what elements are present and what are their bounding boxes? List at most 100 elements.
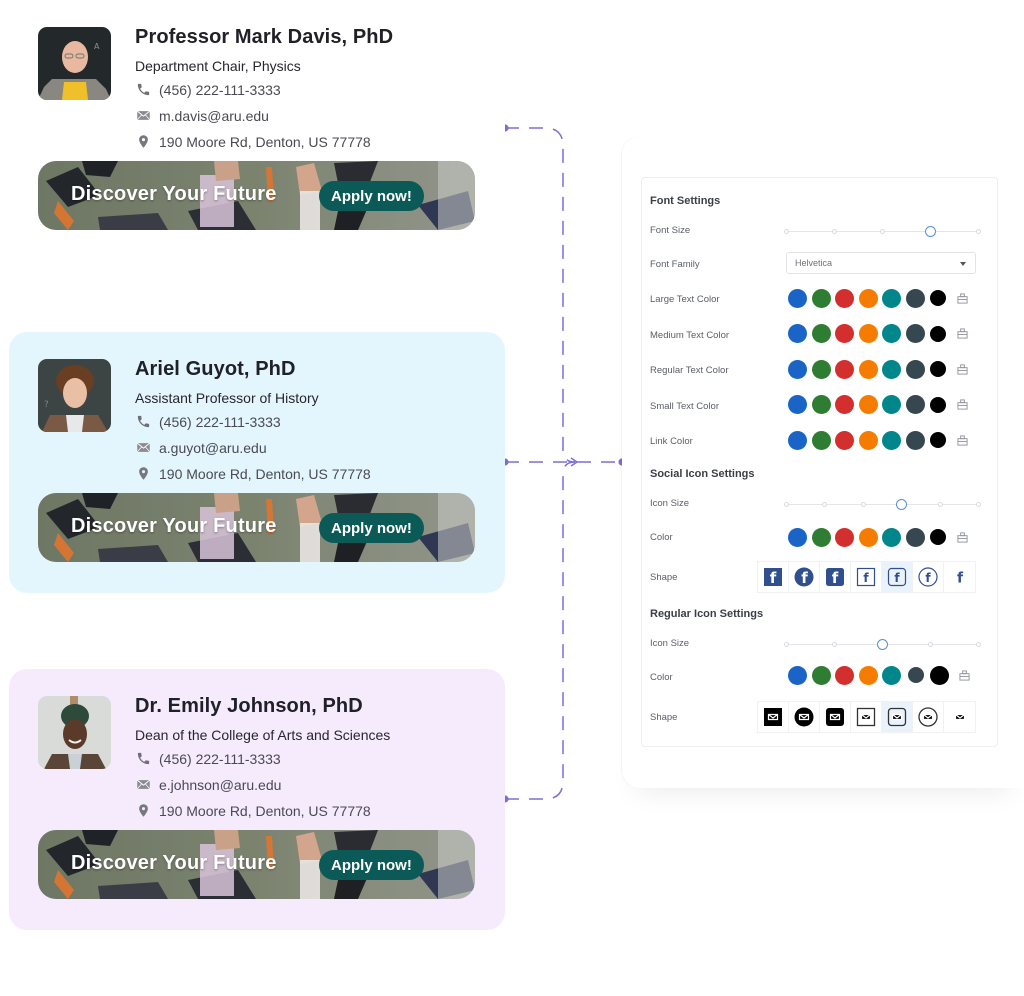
color-swatch[interactable] bbox=[835, 430, 854, 450]
color-swatch[interactable] bbox=[905, 527, 925, 547]
shape-option-outline-rounded[interactable]: f bbox=[882, 562, 913, 592]
signature-card[interactable]: Dr. Emily Johnson, PhD Dean of the Colle… bbox=[9, 669, 505, 964]
color-picker-icon[interactable] bbox=[956, 399, 968, 410]
slider-stop[interactable] bbox=[822, 502, 828, 507]
color-swatch[interactable] bbox=[930, 432, 946, 448]
apply-now-button[interactable]: Apply now! bbox=[319, 181, 424, 211]
shape-option-filled-circle[interactable] bbox=[789, 702, 820, 732]
slider-thumb[interactable] bbox=[896, 499, 908, 510]
color-swatch[interactable] bbox=[788, 324, 807, 343]
color-swatch[interactable] bbox=[811, 288, 831, 308]
shape-option-outline-circle[interactable] bbox=[913, 702, 944, 732]
slider-stop[interactable] bbox=[832, 642, 837, 647]
slider-stop[interactable] bbox=[976, 502, 981, 507]
slider-stop[interactable] bbox=[860, 502, 866, 507]
shape-option-outline-square[interactable]: f bbox=[851, 562, 882, 592]
email-address[interactable]: a.guyot@aru.edu bbox=[159, 440, 267, 456]
color-swatch[interactable] bbox=[835, 665, 854, 685]
color-swatch[interactable] bbox=[930, 396, 946, 413]
color-swatch[interactable] bbox=[882, 527, 901, 547]
color-picker-icon[interactable] bbox=[956, 328, 968, 339]
color-swatch[interactable] bbox=[929, 665, 949, 685]
color-swatch[interactable] bbox=[788, 359, 807, 379]
color-swatch[interactable] bbox=[858, 288, 878, 308]
color-swatch[interactable] bbox=[788, 665, 807, 685]
promo-banner[interactable]: Discover Your Future Apply now! bbox=[38, 830, 475, 899]
color-swatch[interactable] bbox=[882, 324, 901, 343]
color-swatch[interactable] bbox=[905, 359, 925, 379]
shape-option-filled-circle[interactable]: f bbox=[789, 562, 820, 592]
signature-card[interactable]: A Professor Mark Davis, PhD Department C… bbox=[9, 0, 505, 295]
color-swatch[interactable] bbox=[811, 665, 831, 685]
slider-stop[interactable] bbox=[784, 642, 789, 647]
color-swatch[interactable] bbox=[905, 395, 925, 414]
color-swatch[interactable] bbox=[905, 288, 925, 308]
color-picker-icon[interactable] bbox=[956, 531, 968, 543]
color-swatch[interactable] bbox=[788, 527, 807, 547]
color-swatch[interactable] bbox=[858, 527, 878, 547]
slider-stop[interactable] bbox=[928, 642, 933, 647]
email-address[interactable]: e.johnson@aru.edu bbox=[159, 777, 281, 793]
color-swatch[interactable] bbox=[905, 324, 925, 343]
shape-option-filled-square[interactable]: f bbox=[758, 562, 789, 592]
shape-option-filled-square[interactable] bbox=[758, 702, 789, 732]
promo-banner[interactable]: Discover Your Future Apply now! bbox=[38, 493, 475, 562]
color-picker-icon[interactable] bbox=[956, 292, 968, 304]
slider-thumb[interactable] bbox=[877, 639, 888, 650]
color-swatch[interactable] bbox=[811, 359, 831, 379]
slider-stop[interactable] bbox=[976, 642, 981, 647]
color-swatch[interactable] bbox=[882, 430, 901, 450]
shape-option-outline-rounded[interactable] bbox=[882, 702, 913, 732]
shape-option-outline-circle[interactable]: f bbox=[913, 562, 944, 592]
slider-stop[interactable] bbox=[784, 229, 789, 234]
color-picker-icon[interactable] bbox=[956, 434, 968, 446]
shape-option-filled-rounded[interactable]: f bbox=[820, 562, 851, 592]
slider-thumb[interactable] bbox=[925, 226, 936, 237]
color-swatch[interactable] bbox=[930, 290, 946, 306]
shape-option-filled-rounded[interactable] bbox=[820, 702, 851, 732]
color-swatch[interactable] bbox=[858, 395, 878, 414]
color-swatch[interactable] bbox=[811, 324, 831, 343]
color-swatch[interactable] bbox=[882, 288, 901, 308]
color-swatch[interactable] bbox=[811, 395, 831, 414]
social-icon-size-slider[interactable] bbox=[784, 497, 981, 511]
color-swatch[interactable] bbox=[858, 430, 878, 450]
shape-option-plain[interactable] bbox=[944, 702, 975, 732]
color-picker-icon[interactable] bbox=[959, 669, 970, 681]
color-swatch[interactable] bbox=[811, 527, 831, 547]
color-swatch[interactable] bbox=[788, 395, 807, 414]
color-swatch[interactable] bbox=[788, 430, 807, 450]
font-family-select[interactable]: Helvetica bbox=[786, 252, 976, 274]
color-swatch[interactable] bbox=[882, 665, 901, 685]
color-swatch[interactable] bbox=[835, 527, 854, 547]
slider-stop[interactable] bbox=[784, 502, 789, 507]
color-swatch[interactable] bbox=[882, 395, 901, 414]
color-swatch[interactable] bbox=[930, 529, 946, 545]
slider-stop[interactable] bbox=[832, 229, 837, 234]
color-swatch[interactable] bbox=[930, 325, 946, 342]
slider-stop[interactable] bbox=[880, 229, 885, 234]
color-swatch[interactable] bbox=[882, 359, 901, 379]
color-swatch[interactable] bbox=[835, 288, 854, 308]
color-swatch[interactable] bbox=[858, 665, 878, 685]
color-swatch[interactable] bbox=[930, 361, 946, 377]
color-swatch[interactable] bbox=[811, 430, 831, 450]
slider-stop[interactable] bbox=[937, 502, 943, 507]
color-picker-icon[interactable] bbox=[956, 363, 968, 375]
regular-icon-size-slider[interactable] bbox=[784, 637, 981, 651]
shape-option-plain[interactable]: f bbox=[944, 562, 975, 592]
apply-now-button[interactable]: Apply now! bbox=[319, 513, 424, 543]
color-swatch[interactable] bbox=[788, 288, 807, 308]
color-swatch[interactable] bbox=[858, 359, 878, 379]
color-swatch[interactable] bbox=[858, 324, 878, 343]
color-swatch[interactable] bbox=[835, 324, 854, 343]
email-address[interactable]: m.davis@aru.edu bbox=[159, 108, 269, 124]
color-swatch[interactable] bbox=[905, 430, 925, 450]
color-swatch[interactable] bbox=[907, 667, 924, 683]
color-swatch[interactable] bbox=[835, 359, 854, 379]
slider-track[interactable] bbox=[786, 504, 978, 505]
shape-option-outline-square[interactable] bbox=[851, 702, 882, 732]
slider-stop[interactable] bbox=[976, 229, 981, 234]
font-size-slider[interactable] bbox=[784, 224, 981, 238]
apply-now-button[interactable]: Apply now! bbox=[319, 850, 424, 880]
